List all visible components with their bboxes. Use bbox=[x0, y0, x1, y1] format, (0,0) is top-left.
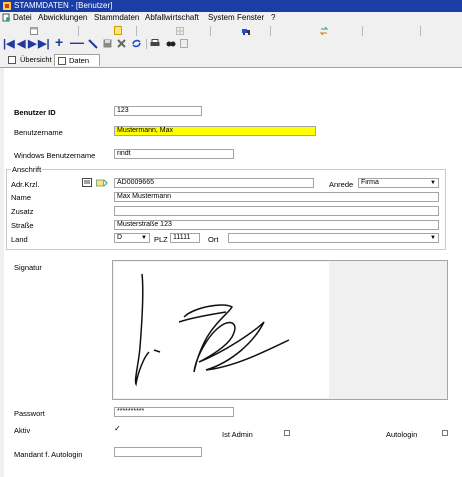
grid-icon[interactable] bbox=[176, 27, 184, 35]
save-icon[interactable] bbox=[103, 39, 112, 48]
address-card-icon[interactable] bbox=[82, 178, 92, 187]
form-icon bbox=[58, 57, 66, 65]
tab-uebersicht[interactable]: Übersicht bbox=[8, 54, 52, 66]
notes-icon[interactable] bbox=[114, 26, 122, 35]
ort-label: Ort bbox=[208, 235, 219, 244]
anrede-label: Anrede bbox=[329, 180, 354, 189]
aktiv-checkbox[interactable]: ✓ bbox=[114, 425, 121, 433]
window-title: STAMMDATEN - [Benutzer] bbox=[14, 1, 113, 10]
signatur-frame[interactable] bbox=[112, 260, 448, 400]
print-icon[interactable] bbox=[150, 39, 160, 48]
app-icon bbox=[3, 2, 11, 10]
document-menu-icon[interactable] bbox=[2, 13, 11, 22]
address-lookup-icon[interactable] bbox=[96, 178, 108, 187]
ist-admin-label: Ist Admin bbox=[222, 430, 253, 439]
last-record-icon[interactable]: ▶| bbox=[38, 39, 50, 50]
benutzername-label: Benutzername bbox=[14, 128, 63, 137]
add-record-icon[interactable]: + bbox=[55, 35, 63, 49]
plz-field[interactable]: 11111 bbox=[170, 233, 200, 243]
passwort-label: Passwort bbox=[14, 409, 45, 418]
signatur-label: Signatur bbox=[14, 263, 42, 272]
name-field[interactable]: Max Mustermann bbox=[114, 192, 439, 202]
transfer-icon[interactable] bbox=[320, 27, 328, 35]
autologin-checkbox[interactable] bbox=[442, 430, 448, 436]
table-icon bbox=[8, 56, 16, 64]
menu-help[interactable]: ? bbox=[271, 13, 275, 22]
menu-abwicklungen[interactable]: Abwicklungen bbox=[38, 13, 87, 22]
land-select[interactable]: D ▼ bbox=[114, 233, 150, 243]
anrede-value: Firma bbox=[361, 179, 379, 186]
zusatz-label: Zusatz bbox=[11, 207, 34, 216]
benutzername-field[interactable]: Mustermann, Max bbox=[114, 126, 316, 136]
menu-system[interactable]: System bbox=[208, 13, 235, 22]
strasse-field[interactable]: Musterstraße 123 bbox=[114, 220, 439, 230]
edit-record-icon[interactable] bbox=[88, 39, 98, 49]
strasse-label: Straße bbox=[11, 221, 34, 230]
refresh-icon[interactable] bbox=[131, 38, 142, 49]
mandant-autologin-label: Mandant f. Autologin bbox=[14, 450, 83, 459]
calendar-icon[interactable] bbox=[30, 27, 38, 35]
cancel-icon[interactable] bbox=[117, 39, 126, 48]
signature-image bbox=[114, 262, 329, 398]
tab-daten[interactable]: Daten bbox=[54, 54, 100, 66]
first-record-icon[interactable]: |◀ bbox=[3, 39, 15, 50]
name-label: Name bbox=[11, 193, 32, 202]
windows-benutzername-field[interactable]: rindt bbox=[114, 149, 234, 159]
benutzer-id-label: Benutzer ID bbox=[14, 108, 56, 117]
anrede-select[interactable]: Firma ▼ bbox=[358, 178, 439, 188]
ist-admin-checkbox[interactable] bbox=[284, 430, 290, 436]
adr-krzl-label: Adr.Krzl. bbox=[11, 180, 40, 189]
mandant-autologin-field[interactable] bbox=[114, 447, 202, 457]
menu-datei[interactable]: Datei bbox=[13, 13, 32, 22]
ort-select[interactable]: ▼ bbox=[228, 233, 439, 243]
adr-krzl-field[interactable]: AD0009665 bbox=[114, 178, 314, 188]
toolbar-navigation: |◀ ◀ ▶ ▶| + — bbox=[0, 35, 462, 52]
menu-abfallwirtschaft[interactable]: Abfallwirtschaft bbox=[145, 13, 199, 22]
prev-record-icon[interactable]: ◀ bbox=[17, 39, 25, 50]
passwort-field[interactable]: ********** bbox=[114, 407, 234, 417]
zusatz-field[interactable] bbox=[114, 206, 439, 216]
chevron-down-icon[interactable]: ▼ bbox=[428, 179, 438, 187]
menu-stammdaten[interactable]: Stammdaten bbox=[94, 13, 139, 22]
land-value: D bbox=[117, 234, 123, 241]
land-label: Land bbox=[11, 235, 28, 244]
form-panel: Benutzer ID 123 Benutzername Mustermann,… bbox=[4, 68, 462, 477]
windows-benutzername-label: Windows Benutzername bbox=[14, 151, 96, 160]
menu-bar: Datei Abwicklungen Stammdaten Abfallwirt… bbox=[0, 12, 462, 24]
truck-icon[interactable] bbox=[242, 27, 251, 35]
tab-bar: Übersicht Daten bbox=[0, 53, 462, 68]
menu-fenster[interactable]: Fenster bbox=[237, 13, 264, 22]
next-record-icon[interactable]: ▶ bbox=[28, 39, 36, 50]
chevron-down-icon[interactable]: ▼ bbox=[139, 234, 149, 242]
chevron-down-icon[interactable]: ▼ bbox=[428, 234, 438, 242]
anschrift-legend: Anschrift bbox=[11, 165, 43, 174]
tab-daten-label: Daten bbox=[69, 56, 90, 65]
search-icon[interactable] bbox=[166, 39, 176, 48]
tab-uebersicht-label: Übersicht bbox=[20, 55, 52, 64]
benutzer-id-field[interactable]: 123 bbox=[114, 106, 202, 116]
window-title-bar[interactable]: STAMMDATEN - [Benutzer] bbox=[0, 0, 462, 12]
autologin-label: Autologin bbox=[386, 430, 418, 439]
plz-label: PLZ bbox=[154, 235, 168, 244]
filter-icon[interactable] bbox=[180, 39, 188, 48]
delete-record-icon[interactable]: — bbox=[70, 35, 84, 49]
aktiv-label: Aktiv bbox=[14, 426, 31, 435]
